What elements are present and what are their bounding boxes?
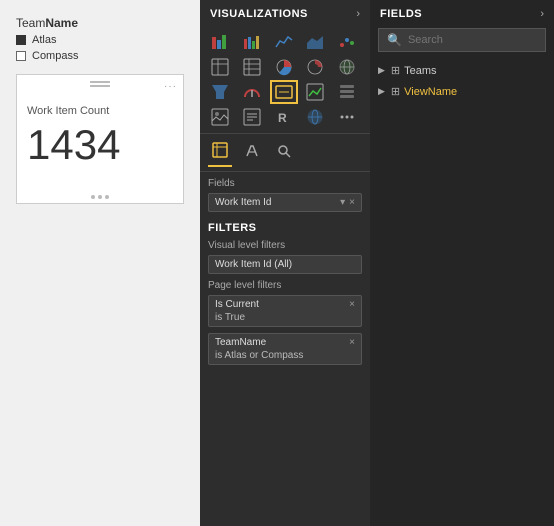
page-filter-is-current[interactable]: Is Current × is True: [208, 295, 362, 327]
viz-icon-gauge[interactable]: [238, 80, 266, 104]
legend-item-atlas: Atlas: [16, 34, 184, 46]
filters-section: FILTERS Visual level filters Work Item I…: [200, 216, 370, 526]
filter-header-is-current: Is Current ×: [215, 299, 355, 310]
legend-swatch-atlas: [16, 35, 26, 45]
visual-level-filters-label: Visual level filters: [208, 240, 362, 251]
handle-bar-1: [90, 81, 110, 83]
visualizations-panel: VISUALIZATIONS ›: [200, 0, 370, 526]
search-box[interactable]: 🔍: [378, 28, 546, 52]
viz-icon-area[interactable]: [301, 30, 329, 54]
tab-fields[interactable]: [208, 138, 232, 167]
legend: TeamName Atlas Compass: [16, 16, 184, 62]
filter-close-is-current[interactable]: ×: [349, 299, 355, 310]
legend-item-compass: Compass: [16, 50, 184, 62]
viz-panel-title: VISUALIZATIONS: [210, 8, 308, 20]
tree-item-viewname[interactable]: ▶ ⊞ ViewName: [370, 81, 554, 102]
viz-icon-line[interactable]: [270, 30, 298, 54]
work-item-card: ··· Work Item Count 1434: [16, 74, 184, 204]
visual-filter-work-item-id[interactable]: Work Item Id (All): [208, 255, 362, 274]
viz-icon-kpi[interactable]: [301, 80, 329, 104]
work-item-id-pill[interactable]: Work Item Id ▾ ×: [208, 193, 362, 212]
field-close-icon[interactable]: ×: [349, 197, 355, 208]
viz-icon-funnel[interactable]: [206, 80, 234, 104]
viz-icon-pie[interactable]: [270, 55, 298, 79]
viz-tab-row: [200, 133, 370, 172]
viz-header-arrow-icon[interactable]: ›: [356, 8, 360, 20]
viz-icon-map[interactable]: [333, 55, 361, 79]
page-level-filters-label: Page level filters: [208, 280, 362, 291]
resize-dot-1: [91, 195, 95, 199]
tab-analytics[interactable]: [272, 139, 296, 166]
viz-icon-stacked-bar[interactable]: [206, 30, 234, 54]
tree-label-viewname: ViewName: [404, 86, 457, 98]
viz-icon-grid: R: [200, 28, 370, 131]
viz-icon-textbox[interactable]: [238, 105, 266, 129]
fields-section-label: Fields: [208, 178, 362, 189]
viz-icon-matrix[interactable]: [238, 55, 266, 79]
fields-header-arrow-icon[interactable]: ›: [540, 8, 544, 20]
tree-arrow-viewname: ▶: [378, 86, 385, 97]
field-pill-controls: ▾ ×: [340, 197, 355, 208]
tab-format[interactable]: [240, 139, 264, 166]
tree-grid-icon-viewname: ⊞: [391, 85, 400, 98]
tree-arrow-teams: ▶: [378, 65, 385, 76]
viz-icon-globe[interactable]: [301, 105, 329, 129]
viz-icon-card[interactable]: [270, 80, 298, 104]
fields-panel: FIELDS › 🔍 ▶ ⊞ Teams ▶ ⊞ ViewName: [370, 0, 554, 526]
viz-icon-slicer[interactable]: [333, 80, 361, 104]
card-resize-handle[interactable]: [91, 195, 109, 199]
resize-dot-3: [105, 195, 109, 199]
viz-icon-donut[interactable]: [301, 55, 329, 79]
filter-name-teamname: TeamName: [215, 337, 266, 348]
viz-icon-image[interactable]: [206, 105, 234, 129]
fields-header: FIELDS ›: [370, 0, 554, 28]
filter-value-is-current: is True: [215, 312, 355, 323]
card-label: Work Item Count: [27, 105, 109, 117]
fields-panel-title: FIELDS: [380, 8, 422, 20]
page-filter-teamname[interactable]: TeamName × is Atlas or Compass: [208, 333, 362, 365]
viz-icon-more[interactable]: [333, 105, 361, 129]
tree-label-teams: Teams: [404, 65, 436, 77]
viz-icon-r[interactable]: R: [270, 105, 298, 129]
field-dropdown-icon[interactable]: ▾: [340, 197, 345, 208]
tree-grid-icon-teams: ⊞: [391, 64, 400, 77]
viz-icon-table[interactable]: [206, 55, 234, 79]
legend-title: TeamName: [16, 16, 184, 30]
filter-name-is-current: Is Current: [215, 299, 259, 310]
viz-icon-clustered-bar[interactable]: [238, 30, 266, 54]
left-panel: TeamName Atlas Compass ··· Work Item Cou…: [0, 0, 200, 526]
field-pill-name: Work Item Id: [215, 197, 272, 208]
svg-text:R: R: [278, 111, 287, 125]
card-value: 1434: [27, 121, 120, 169]
filter-header-teamname: TeamName ×: [215, 337, 355, 348]
filters-title: FILTERS: [208, 222, 362, 234]
filter-value-teamname: is Atlas or Compass: [215, 350, 355, 361]
filter-close-teamname[interactable]: ×: [349, 337, 355, 348]
resize-dot-2: [98, 195, 102, 199]
fields-section: Fields Work Item Id ▾ ×: [200, 172, 370, 216]
search-input[interactable]: [408, 34, 550, 46]
viz-icon-scatter[interactable]: [333, 30, 361, 54]
card-menu-dots[interactable]: ···: [164, 81, 177, 92]
handle-bar-2: [90, 85, 110, 87]
search-icon: 🔍: [387, 33, 402, 47]
legend-swatch-compass: [16, 51, 26, 61]
card-handle: [90, 81, 110, 87]
tree-item-teams[interactable]: ▶ ⊞ Teams: [370, 60, 554, 81]
viz-header: VISUALIZATIONS ›: [200, 0, 370, 28]
